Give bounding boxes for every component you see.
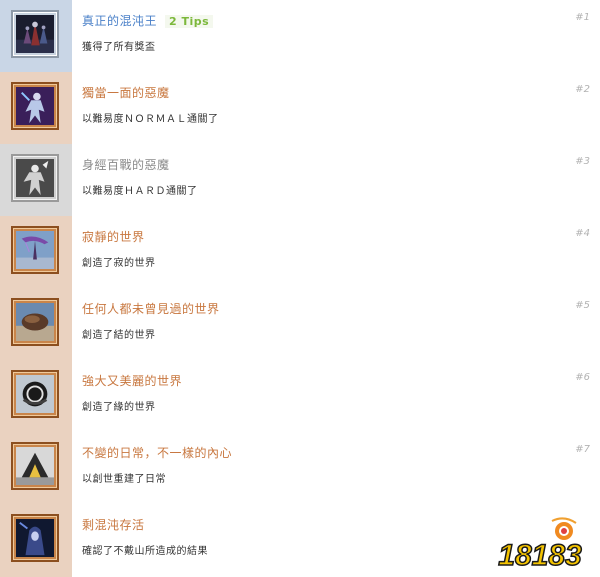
trophy-tier-strip [0, 288, 72, 360]
trophy-title[interactable]: 寂靜的世界 [82, 228, 145, 245]
trophy-frame [11, 442, 59, 490]
trophy-description: 確認了不戴山所造成的結果 [82, 546, 208, 557]
trophy-frame [11, 298, 59, 346]
trophy-tier-strip [0, 0, 72, 72]
trophy-rank: #5 [575, 300, 590, 311]
trophy-title[interactable]: 強大又美麗的世界 [82, 372, 182, 389]
trophy-rank: #7 [575, 444, 590, 455]
trophy-title[interactable]: 真正的混沌王 2 Tips [82, 12, 214, 29]
trophy-row[interactable]: 強大又美麗的世界 創造了緣的世界 #6 [0, 360, 600, 432]
tips-badge[interactable]: 2 Tips [165, 15, 214, 28]
trophy-title[interactable]: 不變的日常，不一樣的內心 [82, 444, 232, 461]
trophy-rank: #1 [575, 12, 590, 23]
lightning-tree-icon [16, 231, 54, 269]
trophy-tier-strip [0, 216, 72, 288]
trophy-title[interactable]: 身經百戰的惡魔 [82, 156, 170, 173]
trophy-description: 以難易度ＮＯＲＭＡＬ通關了 [82, 114, 219, 125]
trophy-description: 以難易度ＨＡＲＤ通關了 [82, 186, 198, 197]
trophy-list: 真正的混沌王 2 Tips 獲得了所有獎盃 #1 獨當一面的惡魔 以難易度ＮＯＲＭ… [0, 0, 600, 576]
trophy-description: 獲得了所有獎盃 [82, 42, 156, 53]
trophy-description: 創造了緣的世界 [82, 402, 156, 413]
trophy-tier-strip [0, 432, 72, 504]
trophy-row[interactable]: 獨當一面的惡魔 以難易度ＮＯＲＭＡＬ通關了 #2 [0, 72, 600, 144]
trophy-frame [11, 82, 59, 130]
trophy-tier-strip [0, 360, 72, 432]
trophy-title[interactable]: 任何人都未曾見過的世界 [82, 300, 220, 317]
demon-silhouette-icon [16, 87, 54, 125]
pyramid-gate-icon [16, 447, 54, 485]
trophy-description: 以創世重建了日常 [82, 474, 166, 485]
site-logo-icon: 18183 [494, 517, 586, 572]
trophy-description: 創造了寂的世界 [82, 258, 156, 269]
trophy-row[interactable]: 真正的混沌王 2 Tips 獲得了所有獎盃 #1 [0, 0, 600, 72]
warrior-group-icon [16, 15, 54, 53]
trophy-tier-strip [0, 144, 72, 216]
trophy-title[interactable]: 獨當一面的惡魔 [82, 84, 170, 101]
trophy-row[interactable]: 任何人都未曾見過的世界 創造了結的世界 #5 [0, 288, 600, 360]
trophy-frame [11, 10, 59, 58]
watermark-text: 18183 [498, 539, 582, 572]
trophy-rank: #3 [575, 156, 590, 167]
trophy-rank: #2 [575, 84, 590, 95]
trophy-frame [11, 514, 59, 562]
battle-demon-icon [16, 159, 54, 197]
trophy-frame [11, 226, 59, 274]
trophy-tier-strip [0, 504, 72, 576]
trophy-rank: #6 [575, 372, 590, 383]
trophy-row[interactable]: 身經百戰的惡魔 以難易度ＨＡＲＤ通關了 #3 [0, 144, 600, 216]
trophy-row[interactable]: 寂靜的世界 創造了寂的世界 #4 [0, 216, 600, 288]
stone-world-icon [16, 303, 54, 341]
trophy-tier-strip [0, 72, 72, 144]
hooded-figure-icon [16, 519, 54, 557]
dark-orb-icon [16, 375, 54, 413]
trophy-description: 創造了結的世界 [82, 330, 156, 341]
trophy-row[interactable]: 不變的日常，不一樣的內心 以創世重建了日常 #7 [0, 432, 600, 504]
trophy-title[interactable]: 剩混沌存活 [82, 516, 145, 533]
trophy-frame [11, 154, 59, 202]
trophy-frame [11, 370, 59, 418]
trophy-rank: #4 [575, 228, 590, 239]
